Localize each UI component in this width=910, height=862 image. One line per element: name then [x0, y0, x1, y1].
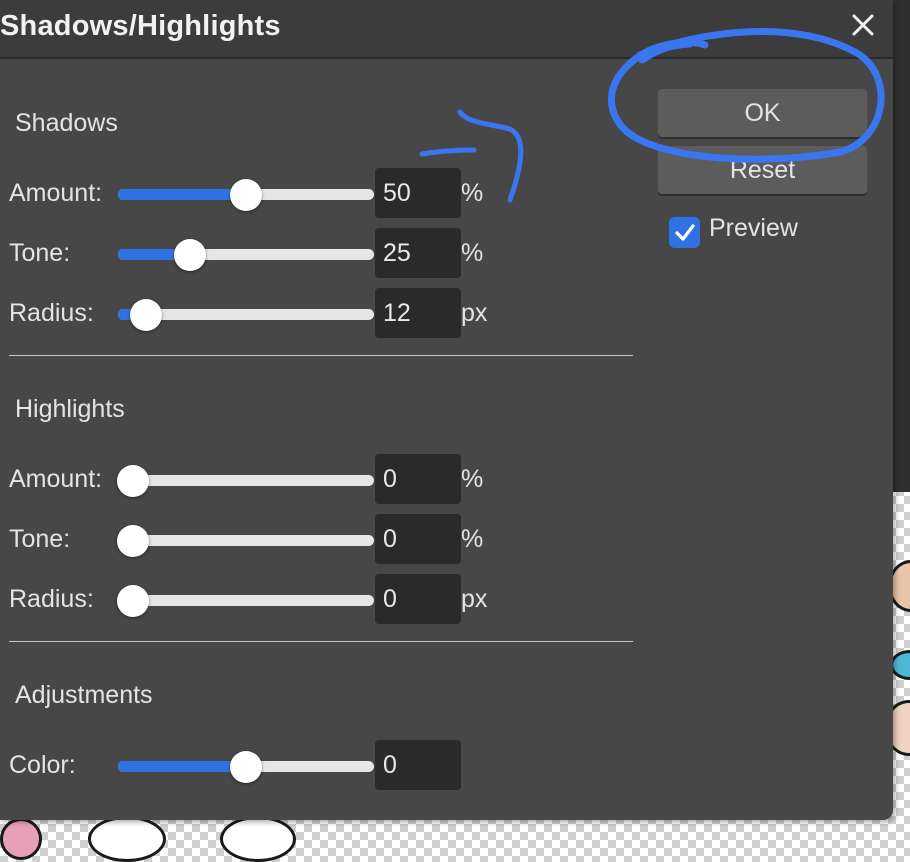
shadows-amount-input[interactable]: [375, 168, 461, 218]
section-divider: [9, 355, 633, 356]
slider-thumb[interactable]: [130, 299, 163, 331]
highlights-tone-input[interactable]: [375, 514, 461, 564]
slider-thumb[interactable]: [117, 465, 150, 497]
ok-button[interactable]: OK: [658, 89, 867, 137]
highlights-amount-input[interactable]: [375, 454, 461, 504]
sticker-art: [220, 816, 296, 862]
sticker-art: [0, 818, 42, 860]
section-divider: [9, 641, 633, 642]
slider-thumb[interactable]: [230, 751, 262, 783]
slider-thumb[interactable]: [117, 525, 150, 557]
shadows-radius-input[interactable]: [375, 288, 461, 338]
highlights-radius-label: Radius:: [9, 585, 94, 613]
shadows-tone-label: Tone:: [9, 239, 71, 267]
adjustments-color-label: Color:: [9, 751, 76, 779]
shadows-amount-label: Amount:: [9, 179, 103, 207]
adjustments-color-input[interactable]: [375, 740, 461, 790]
checkmark-icon: [674, 223, 695, 241]
highlights-tone-slider[interactable]: [117, 521, 374, 561]
adjustments-section-title: Adjustments: [15, 681, 153, 709]
shadows-section-title: Shadows: [15, 109, 118, 137]
shadows-amount-unit: %: [461, 179, 484, 207]
sticker-art: [890, 650, 910, 680]
shadows-tone-input[interactable]: [375, 228, 461, 278]
highlights-radius-slider[interactable]: [117, 581, 374, 621]
slider-thumb[interactable]: [117, 585, 150, 617]
slider-fill: [118, 761, 246, 772]
preview-label: Preview: [709, 214, 798, 242]
shadows-radius-unit: px: [461, 299, 488, 327]
shadows-amount-slider[interactable]: [118, 175, 374, 215]
highlights-radius-unit: px: [461, 585, 488, 613]
close-icon: [852, 14, 874, 36]
highlights-amount-unit: %: [461, 465, 484, 493]
shadows-highlights-dialog: Shadows/Highlights Shadows Amount: % Ton…: [0, 0, 893, 820]
shadows-radius-slider[interactable]: [118, 295, 374, 335]
highlights-tone-label: Tone:: [9, 525, 71, 553]
slider-thumb[interactable]: [173, 239, 206, 271]
dialog-titlebar: Shadows/Highlights: [0, 0, 893, 59]
dialog-title: Shadows/Highlights: [0, 10, 281, 42]
slider-fill: [118, 189, 246, 200]
sticker-art: [88, 816, 166, 862]
highlights-radius-input[interactable]: [375, 574, 461, 624]
close-button[interactable]: [846, 8, 880, 42]
shadows-tone-unit: %: [461, 239, 484, 267]
highlights-tone-unit: %: [461, 525, 484, 553]
highlights-amount-label: Amount:: [9, 465, 103, 493]
slider-thumb[interactable]: [230, 179, 262, 211]
shadows-tone-slider[interactable]: [118, 235, 374, 275]
highlights-section-title: Highlights: [15, 395, 125, 423]
preview-checkbox[interactable]: [669, 217, 700, 248]
reset-button[interactable]: Reset: [658, 146, 867, 194]
highlights-amount-slider[interactable]: [117, 461, 374, 501]
adjustments-color-slider[interactable]: [118, 747, 374, 787]
shadows-radius-label: Radius:: [9, 299, 94, 327]
